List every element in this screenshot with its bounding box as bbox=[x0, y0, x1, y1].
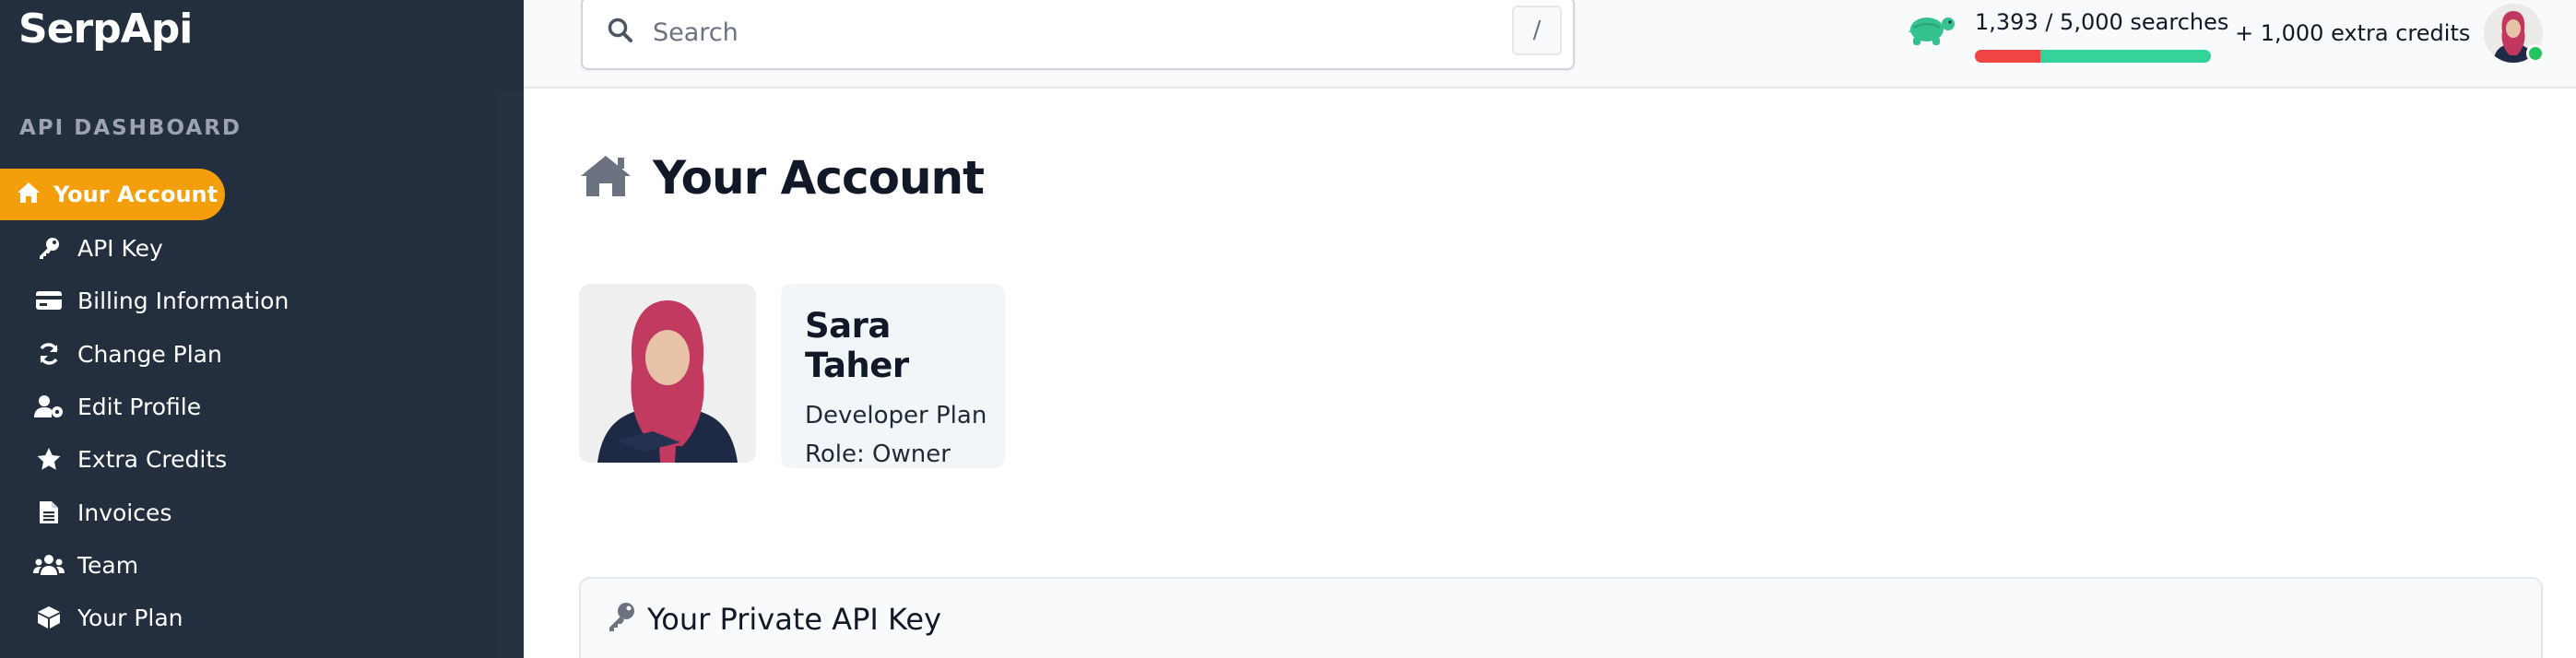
users-icon bbox=[33, 549, 65, 581]
sidebar-item-edit-profile[interactable]: Edit Profile bbox=[33, 388, 201, 425]
profile-role: Role: Owner bbox=[805, 441, 951, 468]
sidebar-item-extra-credits[interactable]: Extra Credits bbox=[33, 441, 227, 477]
private-api-key-card: Your Private API Key bbox=[579, 577, 2543, 658]
profile-plan: Developer Plan bbox=[805, 402, 987, 429]
sidebar-item-billing-information[interactable]: Billing Information bbox=[33, 282, 289, 319]
api-card-title: Your Private API Key bbox=[647, 601, 942, 637]
credit-card-icon bbox=[33, 285, 65, 316]
sidebar-item-api-key[interactable]: API Key bbox=[33, 229, 163, 266]
user-cog-icon bbox=[33, 391, 65, 422]
file-icon bbox=[33, 497, 65, 528]
page-title: Your Account bbox=[653, 151, 985, 205]
sidebar-item-change-plan[interactable]: Change Plan bbox=[33, 335, 222, 372]
sidebar-item-label: Your Account bbox=[53, 182, 219, 207]
search-shortcut-key: / bbox=[1512, 6, 1562, 55]
sidebar-item-label: Invoices bbox=[77, 499, 172, 526]
sidebar-item-label: Your Plan bbox=[77, 604, 183, 631]
extra-credits-text[interactable]: + 1,000 extra credits bbox=[2235, 20, 2470, 46]
home-icon bbox=[17, 182, 41, 208]
sidebar-item-label: Extra Credits bbox=[77, 445, 228, 473]
searches-usage-fill bbox=[1975, 50, 2041, 63]
sidebar-item-label: Edit Profile bbox=[77, 393, 202, 420]
sidebar-item-your-plan[interactable]: Your Plan bbox=[33, 599, 183, 636]
sidebar-section-title: API DASHBOARD bbox=[19, 116, 242, 140]
key-icon bbox=[607, 601, 636, 637]
search-placeholder: Search bbox=[653, 18, 739, 47]
search-input[interactable]: Search / bbox=[581, 0, 1575, 70]
api-card-header: Your Private API Key bbox=[607, 601, 941, 637]
search-icon bbox=[607, 17, 634, 49]
brand-logo[interactable]: SerpApi bbox=[18, 6, 193, 53]
home-icon bbox=[579, 154, 632, 203]
sidebar-item-label: Change Plan bbox=[77, 340, 222, 368]
sync-icon bbox=[33, 338, 65, 370]
turtle-icon bbox=[1905, 11, 1956, 53]
page-header: Your Account bbox=[579, 151, 985, 205]
sidebar-item-label: Billing Information bbox=[77, 287, 290, 314]
searches-usage-bar bbox=[1975, 50, 2211, 63]
sidebar-item-your-account[interactable]: Your Account bbox=[0, 169, 225, 220]
sidebar-item-invoices[interactable]: Invoices bbox=[33, 494, 171, 531]
sidebar-item-team[interactable]: Team bbox=[33, 546, 138, 583]
topbar: Search / 1,393 / 5,000 searches + 1,000 … bbox=[524, 0, 2576, 88]
profile-name: Sara Taher bbox=[805, 306, 909, 385]
sidebar-scrollbar-track[interactable] bbox=[496, 90, 524, 658]
box-icon bbox=[33, 602, 65, 633]
sidebar: SerpApi API DASHBOARD Your Account API K… bbox=[0, 0, 524, 658]
sidebar-item-label: API Key bbox=[77, 234, 163, 262]
online-status-dot bbox=[2526, 44, 2545, 63]
sidebar-item-label: Team bbox=[77, 551, 139, 579]
profile-photo bbox=[579, 284, 756, 463]
profile-card: Sara Taher Developer Plan Role: Owner bbox=[781, 284, 1005, 468]
key-icon bbox=[33, 232, 65, 264]
searches-usage-text: 1,393 / 5,000 searches bbox=[1975, 9, 2229, 35]
star-icon bbox=[33, 443, 65, 475]
